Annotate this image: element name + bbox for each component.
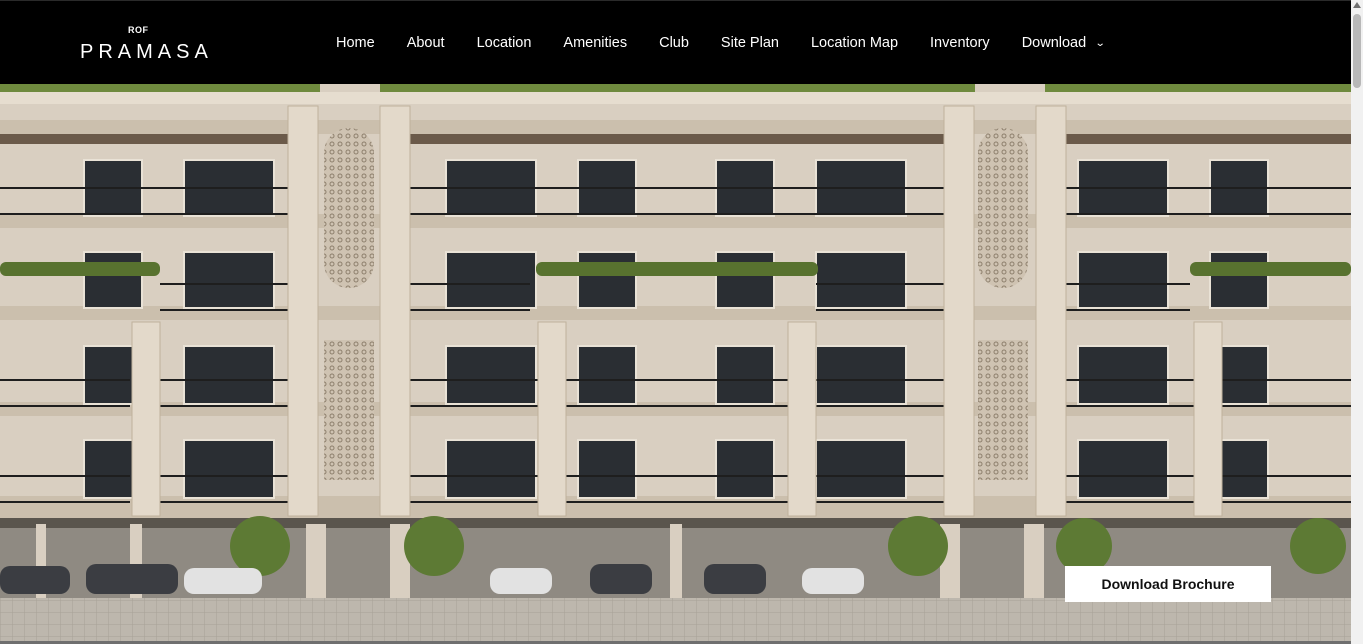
nav-label: Site Plan (720, 35, 779, 51)
nav-label: Location Map (810, 35, 899, 51)
scrollbar-thumb[interactable] (1353, 14, 1361, 88)
nav-inventory[interactable]: Inventory (914, 35, 1006, 51)
nav-amenities[interactable]: Amenities (547, 35, 643, 51)
hero-image (0, 84, 1351, 644)
nav-label: Inventory (930, 35, 990, 51)
nav-location[interactable]: Location (461, 35, 548, 51)
nav-label: About (406, 35, 445, 51)
chevron-down-icon: ⌄ (1094, 37, 1106, 49)
nav-site-plan[interactable]: Site Plan (705, 35, 795, 51)
main-nav: Home About Location Amenities Club Site … (320, 1, 1121, 85)
page-scrollbar[interactable] (1351, 0, 1363, 644)
download-brochure-button[interactable]: Download Brochure (1065, 566, 1271, 602)
nav-label: Download (1021, 35, 1087, 51)
nav-label: Location (476, 35, 532, 51)
nav-home[interactable]: Home (320, 35, 391, 51)
nav-club[interactable]: Club (643, 35, 705, 51)
logo[interactable]: ROF PRAMASA (80, 25, 210, 65)
nav-download-dropdown[interactable]: Download ⌄ (1006, 35, 1121, 51)
logo-name: PRAMASA (80, 41, 213, 63)
nav-label: Club (659, 35, 689, 51)
nav-location-map[interactable]: Location Map (795, 35, 914, 51)
nav-label: Home (336, 35, 375, 51)
building-illustration (0, 84, 1351, 644)
nav-label: Amenities (563, 35, 628, 51)
scroll-up-arrow-icon[interactable] (1353, 2, 1361, 8)
nav-about[interactable]: About (391, 35, 461, 51)
site-header: ROF PRAMASA Home About Location Amenitie… (0, 0, 1351, 84)
logo-sub: ROF (128, 25, 149, 35)
